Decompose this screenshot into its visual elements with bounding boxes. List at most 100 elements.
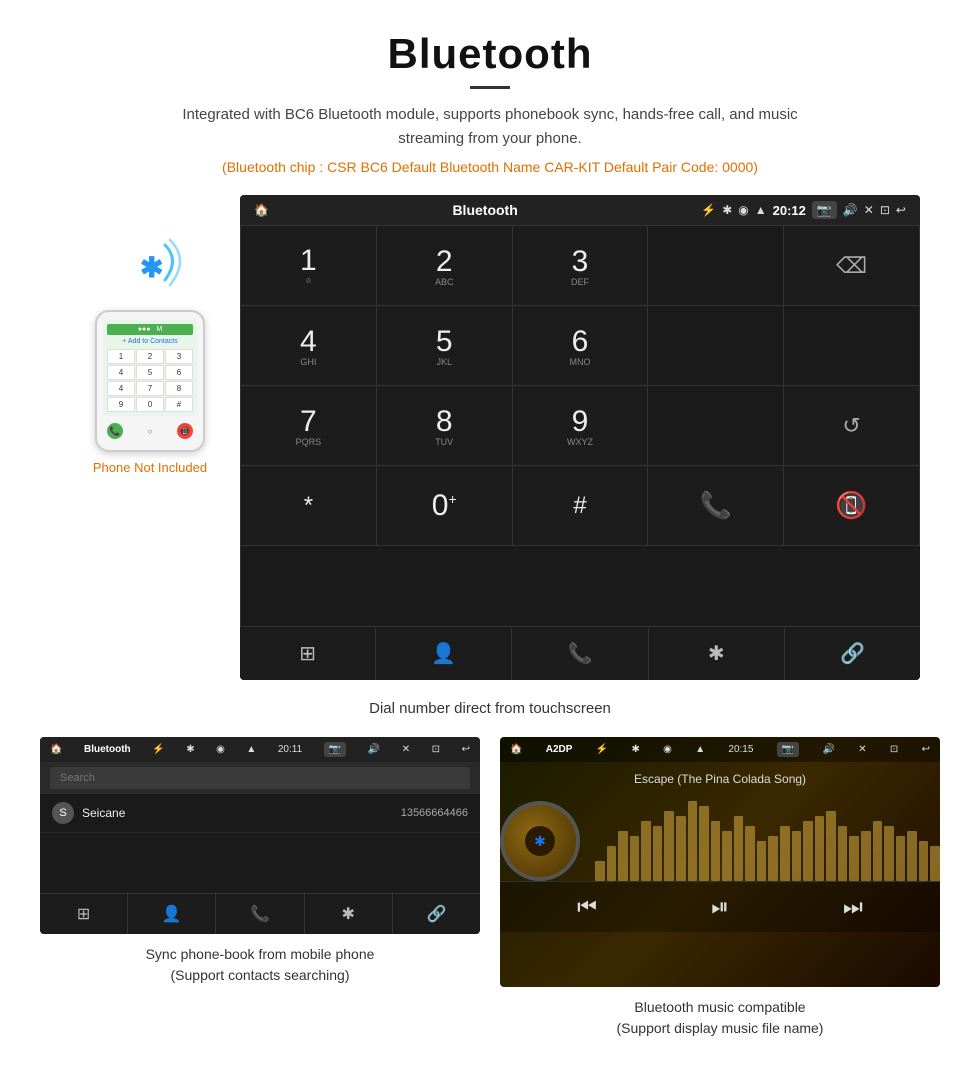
music-usb-icon: ⚡	[596, 744, 608, 755]
dial-empty-2	[648, 306, 784, 386]
phone-key-hash: #	[165, 397, 193, 412]
volume-icon: 🔊	[843, 203, 858, 217]
status-bar-title: Bluetooth	[452, 202, 517, 218]
music-signal: ▲	[695, 744, 705, 755]
phone-illustration: ✱ ●●● M + Add to Contacts 1 2 3 4 5 6 4	[60, 195, 240, 475]
pb-vol-icon: 🔊	[368, 744, 380, 755]
phone-screen: ●●● M + Add to Contacts 1 2 3 4 5 6 4 7 …	[103, 320, 197, 416]
phone-key-7: 4	[107, 381, 135, 396]
pb-contacts-btn[interactable]: 👤	[128, 894, 216, 934]
music-screen: 🏠 A2DP ⚡ ✱ ◉ ▲ 20:15 📷 🔊 ✕ ⊡ ↩ Escape (T…	[500, 737, 940, 987]
status-bar-right: ⚡ ✱ ◉ ▲ 20:12 📷 🔊 ✕ ⊡ ↩	[701, 201, 906, 219]
dial-key-4[interactable]: 4 GHI	[241, 306, 377, 386]
music-panel: 🏠 A2DP ⚡ ✱ ◉ ▲ 20:15 📷 🔊 ✕ ⊡ ↩ Escape (T…	[500, 737, 940, 1039]
phone-end-button: 📵	[177, 423, 193, 439]
music-home-icon: 🏠	[510, 744, 522, 755]
music-back-icon: ↩	[922, 744, 930, 755]
music-album-inner: ✱	[525, 826, 555, 856]
pb-phone-btn[interactable]: 📞	[216, 894, 304, 934]
toolbar-contacts-btn[interactable]: 👤	[376, 627, 512, 680]
music-time: 20:15	[728, 744, 753, 755]
phone-key-2: 2	[136, 349, 164, 364]
dial-key-hash[interactable]: #	[513, 466, 649, 546]
car-head-unit-screen: 🏠 Bluetooth ⚡ ✱ ◉ ▲ 20:12 📷 🔊 ✕ ⊡ ↩ 1 ⌾	[240, 195, 920, 680]
toolbar-link-btn[interactable]: 🔗	[785, 627, 920, 680]
usb-icon: ⚡	[701, 203, 716, 217]
main-caption: Dial number direct from touchscreen	[0, 690, 980, 737]
pb-bt-icon: ✱	[186, 744, 194, 755]
phone-mock: ●●● M + Add to Contacts 1 2 3 4 5 6 4 7 …	[95, 310, 205, 452]
dial-key-5[interactable]: 5 JKL	[377, 306, 513, 386]
phone-status-bar: ●●● M	[107, 324, 193, 335]
main-display: ✱ ●●● M + Add to Contacts 1 2 3 4 5 6 4	[0, 195, 980, 680]
pb-status-bar: 🏠 Bluetooth ⚡ ✱ ◉ ▲ 20:11 📷 🔊 ✕ ⊡ ↩	[40, 737, 480, 762]
dial-key-star[interactable]: *	[241, 466, 377, 546]
dial-key-0[interactable]: 0+	[377, 466, 513, 546]
dial-reload-btn[interactable]: ↺	[784, 386, 920, 466]
music-bt-icon: ✱	[631, 744, 639, 755]
pb-bt-btn[interactable]: ✱	[305, 894, 393, 934]
phone-key-3: 3	[165, 349, 193, 364]
music-title: A2DP	[546, 744, 573, 755]
phone-key-1: 1	[107, 349, 135, 364]
pb-keypad-btn[interactable]: ⊞	[40, 894, 128, 934]
dial-key-6[interactable]: 6 MNO	[513, 306, 649, 386]
phonebook-panel: 🏠 Bluetooth ⚡ ✱ ◉ ▲ 20:11 📷 🔊 ✕ ⊡ ↩ S Se	[40, 737, 480, 1039]
location-icon: ◉	[738, 203, 748, 217]
phone-key-0: 0	[136, 397, 164, 412]
music-prev-btn[interactable]: ⏮	[577, 894, 597, 920]
music-album-area: ✱	[500, 801, 940, 881]
pb-search-input[interactable]	[50, 767, 470, 789]
pb-link-btn[interactable]: 🔗	[393, 894, 480, 934]
phone-bottom: 📞 ○ 📵	[103, 420, 197, 442]
dial-key-1[interactable]: 1 ⌾	[241, 226, 377, 306]
music-album-art: ✱	[500, 801, 580, 881]
phone-call-button: 📞	[107, 423, 123, 439]
status-bar-left: 🏠	[254, 203, 269, 217]
music-play-pause-btn[interactable]: ⏯	[711, 894, 729, 920]
toolbar-bluetooth-btn[interactable]: ✱	[649, 627, 785, 680]
pb-contact-number: 13566664466	[401, 807, 468, 819]
pb-loc-icon: ◉	[216, 744, 225, 755]
pb-close-icon: ✕	[402, 744, 410, 755]
dial-end-call-btn[interactable]: 📵	[784, 466, 920, 546]
pb-contact-avatar: S	[52, 802, 74, 824]
phone-key-star: 9	[107, 397, 135, 412]
music-next-btn[interactable]: ⏭	[843, 894, 863, 920]
pb-camera-icon: 📷	[324, 742, 346, 757]
pb-contact-row[interactable]: S Seicane 13566664466	[40, 794, 480, 833]
phone-key-8: 7	[136, 381, 164, 396]
music-content-area: 🏠 A2DP ⚡ ✱ ◉ ▲ 20:15 📷 🔊 ✕ ⊡ ↩ Escape (T…	[500, 737, 940, 987]
dial-key-2[interactable]: 2 ABC	[377, 226, 513, 306]
dial-empty-3	[784, 306, 920, 386]
music-caption: Bluetooth music compatible(Support displ…	[500, 997, 940, 1039]
pb-contact-name: Seicane	[82, 806, 401, 820]
dial-key-7[interactable]: 7 PQRS	[241, 386, 377, 466]
dial-key-8[interactable]: 8 TUV	[377, 386, 513, 466]
pb-spacer	[40, 833, 480, 893]
camera-icon: 📷	[812, 201, 837, 219]
phone-spacer: ○	[148, 427, 153, 436]
pb-home-icon: 🏠	[50, 744, 62, 755]
pb-signal: ▲	[246, 744, 256, 755]
music-controls: ⏮ ⏯ ⏭	[500, 881, 940, 932]
dial-key-9[interactable]: 9 WXYZ	[513, 386, 649, 466]
toolbar-keypad-btn[interactable]: ⊞	[240, 627, 376, 680]
music-bt-logo: ✱	[534, 833, 546, 850]
dial-key-3[interactable]: 3 DEF	[513, 226, 649, 306]
phone-add-contact: + Add to Contacts	[107, 338, 193, 345]
bt-status-icon: ✱	[722, 203, 732, 217]
music-status-bar: 🏠 A2DP ⚡ ✱ ◉ ▲ 20:15 📷 🔊 ✕ ⊡ ↩	[500, 737, 940, 762]
dial-empty-4	[648, 386, 784, 466]
music-loc-icon: ◉	[663, 744, 672, 755]
back-icon: ↩	[896, 203, 906, 217]
dial-backspace-btn[interactable]: ⌫	[784, 226, 920, 306]
dial-call-btn[interactable]: 📞	[648, 466, 784, 546]
car-toolbar: ⊞ 👤 📞 ✱ 🔗	[240, 626, 920, 680]
toolbar-phone-btn[interactable]: 📞	[512, 627, 648, 680]
music-close-icon: ✕	[858, 744, 866, 755]
window-icon: ⊡	[880, 203, 890, 217]
page-header: Bluetooth Integrated with BC6 Bluetooth …	[0, 0, 980, 195]
home-icon: 🏠	[254, 203, 269, 217]
pb-time: 20:11	[278, 744, 302, 755]
